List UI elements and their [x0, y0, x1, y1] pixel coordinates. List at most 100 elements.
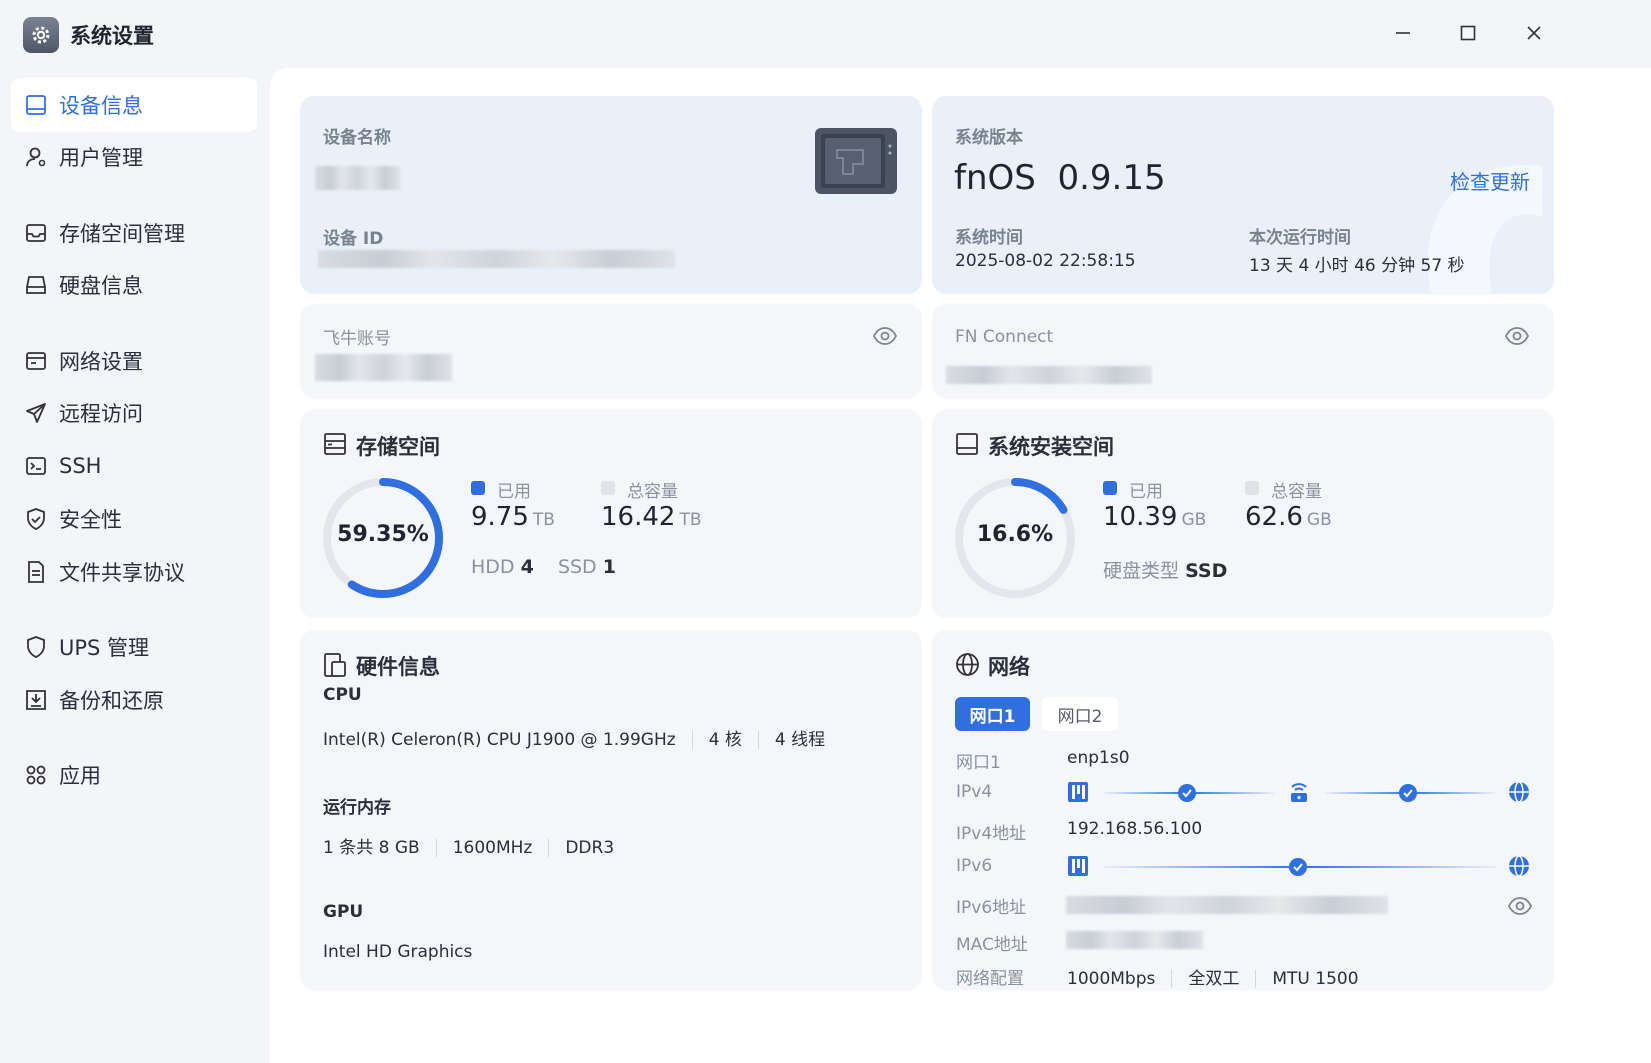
hardware-icon — [323, 652, 347, 678]
mac-address-label: MAC地址 — [956, 935, 1028, 955]
disk-type-label: 硬盘类型 — [1103, 560, 1180, 582]
cpu-threads: 4 线程 — [774, 730, 826, 750]
sidebar-item-ups[interactable]: UPS 管理 — [11, 620, 257, 674]
duplex-mode: 全双工 — [1188, 969, 1240, 989]
check-icon — [1178, 784, 1196, 802]
settings-gear-icon — [23, 17, 59, 53]
fn-connect-label: FN Connect — [955, 327, 1054, 347]
ssd-label: SSD — [557, 556, 597, 578]
cpu-cores: 4 核 — [708, 730, 742, 750]
tab-port-2[interactable]: 网口2 — [1042, 697, 1118, 731]
storage-percent: 59.35% — [337, 522, 429, 547]
main-panel: 设备名称 设备 ID 系统版本 fnOS 0.9.15 检查更新 系统时间 20… — [270, 68, 1651, 1063]
system-disk-used-unit: GB — [1181, 510, 1207, 530]
network-icon — [26, 352, 46, 370]
memory-details: 1 条共 8 GB 1600MHz DDR3 — [323, 833, 614, 858]
system-version-value: fnOS 0.9.15 — [954, 158, 1166, 198]
disk-type-value: SSD — [1185, 560, 1228, 582]
sidebar-item-security[interactable]: 安全性 — [11, 492, 257, 546]
sidebar-item-label: 设备信息 — [59, 94, 143, 118]
storage-total-unit: TB — [679, 510, 702, 530]
device-id-redacted — [318, 250, 675, 268]
ipv4-address-label: IPv4地址 — [956, 824, 1027, 844]
memory-type: DDR3 — [565, 838, 615, 858]
check-icon — [1289, 858, 1307, 876]
sidebar-item-apps[interactable]: 应用 — [11, 748, 257, 802]
sidebar-item-label: SSH — [59, 454, 102, 478]
used-legend-swatch — [471, 481, 485, 495]
sidebar-item-label: 网络设置 — [59, 350, 143, 374]
backup-icon — [26, 690, 46, 710]
network-config-label: 网络配置 — [956, 969, 1024, 989]
gpu-model: Intel HD Graphics — [323, 942, 473, 962]
eye-icon[interactable] — [1504, 326, 1530, 346]
system-disk-card: 系统安装空间 16.6% 已用 10.39 GB 总容量 62.6 GB 硬盘类型 … — [932, 410, 1554, 618]
sidebar-item-label: 存储空间管理 — [59, 222, 185, 246]
sidebar-item-label: 远程访问 — [59, 402, 143, 426]
storage-used-label: 已用 — [497, 482, 531, 502]
sidebar-item-device-info[interactable]: 设备信息 — [11, 78, 257, 132]
mtu-value: MTU 1500 — [1272, 969, 1359, 989]
system-version-card: 系统版本 fnOS 0.9.15 检查更新 系统时间 2025-08-02 22… — [932, 96, 1554, 294]
sidebar-item-users[interactable]: 用户管理 — [11, 130, 257, 184]
sidebar-item-network[interactable]: 网络设置 — [11, 334, 257, 388]
storage-used-number: 9.75 — [471, 502, 529, 532]
storage-total-number: 16.42 — [601, 502, 676, 532]
check-icon — [1399, 784, 1417, 802]
used-legend-swatch — [1103, 481, 1117, 495]
fn-connect-redacted — [946, 366, 1152, 384]
user-icon — [26, 147, 46, 167]
eye-icon[interactable] — [1507, 896, 1533, 916]
hardware-card: 硬件信息 CPU Intel(R) Celeron(R) CPU J1900 @… — [300, 630, 922, 990]
memory-label: 运行内存 — [323, 798, 391, 818]
device-card: 设备名称 设备 ID — [300, 96, 922, 294]
port-value: enp1s0 — [1067, 748, 1130, 768]
hdd-label: HDD — [471, 556, 515, 578]
gpu-label: GPU — [323, 902, 364, 922]
sidebar-item-label: 备份和还原 — [59, 689, 164, 713]
uptime-value: 13 天 4 小时 46 分钟 57 秒 — [1249, 256, 1465, 276]
system-version-label: 系统版本 — [955, 128, 1023, 148]
sidebar-item-disks[interactable]: 硬盘信息 — [11, 258, 257, 312]
sidebar-item-backup[interactable]: 备份和还原 — [11, 673, 257, 727]
ipv4-label: IPv4 — [956, 782, 993, 802]
close-button[interactable] — [1512, 14, 1556, 52]
internet-globe-icon — [1508, 781, 1530, 803]
storage-used-unit: TB — [532, 510, 555, 530]
system-disk-used-label: 已用 — [1129, 482, 1163, 502]
settings-window: 系统设置 设备信息 用户管理 存储空间管理 硬盘信息 网络设置 远程访问 SSH… — [0, 0, 1651, 1063]
ipv6-address-label: IPv6地址 — [956, 898, 1027, 918]
eye-icon[interactable] — [872, 326, 898, 346]
app-title: 系统设置 — [70, 24, 154, 48]
sidebar-item-label: 安全性 — [59, 508, 122, 532]
network-config-value: 1000Mbps 全双工 MTU 1500 — [1067, 964, 1359, 989]
tab-port-1[interactable]: 网口1 — [955, 697, 1030, 731]
sidebar-item-label: 文件共享协议 — [59, 561, 185, 585]
network-title: 网络 — [988, 655, 1030, 679]
storage-icon — [26, 224, 46, 242]
minimize-button[interactable] — [1381, 14, 1425, 52]
sidebar-item-file-sharing[interactable]: 文件共享协议 — [11, 545, 257, 599]
system-time-label: 系统时间 — [955, 228, 1023, 248]
network-card: 网络 网口1 网口2 网口1 enp1s0 IPv4 IPv4地址 192.16… — [932, 630, 1554, 990]
device-icon — [26, 95, 46, 115]
fn-connect-card: FN Connect — [932, 304, 1554, 398]
sidebar-item-remote-access[interactable]: 远程访问 — [11, 386, 257, 440]
hdd-count: 4 — [520, 556, 534, 578]
nic-icon — [1067, 781, 1089, 803]
sidebar-item-storage[interactable]: 存储空间管理 — [11, 206, 257, 260]
sidebar-item-label: 应用 — [59, 764, 101, 788]
internet-globe-icon — [1508, 855, 1530, 877]
device-id-label: 设备 ID — [323, 229, 384, 249]
cpu-details: Intel(R) Celeron(R) CPU J1900 @ 1.99GHz 4… — [323, 725, 825, 750]
system-disk-used-value: 10.39 GB — [1103, 502, 1206, 532]
storage-card: 存储空间 59.35% 已用 9.75 TB 总容量 16.42 TB HDD 4 … — [300, 410, 922, 618]
sidebar-item-label: 硬盘信息 — [59, 274, 143, 298]
sidebar-item-ssh[interactable]: SSH — [11, 439, 257, 493]
cpu-label: CPU — [323, 685, 362, 705]
system-disk-total-unit: GB — [1306, 510, 1332, 530]
maximize-button[interactable] — [1446, 14, 1490, 52]
sidebar-item-label: 用户管理 — [59, 146, 143, 170]
shield-icon — [27, 636, 45, 658]
check-update-link[interactable]: 检查更新 — [1450, 166, 1530, 195]
